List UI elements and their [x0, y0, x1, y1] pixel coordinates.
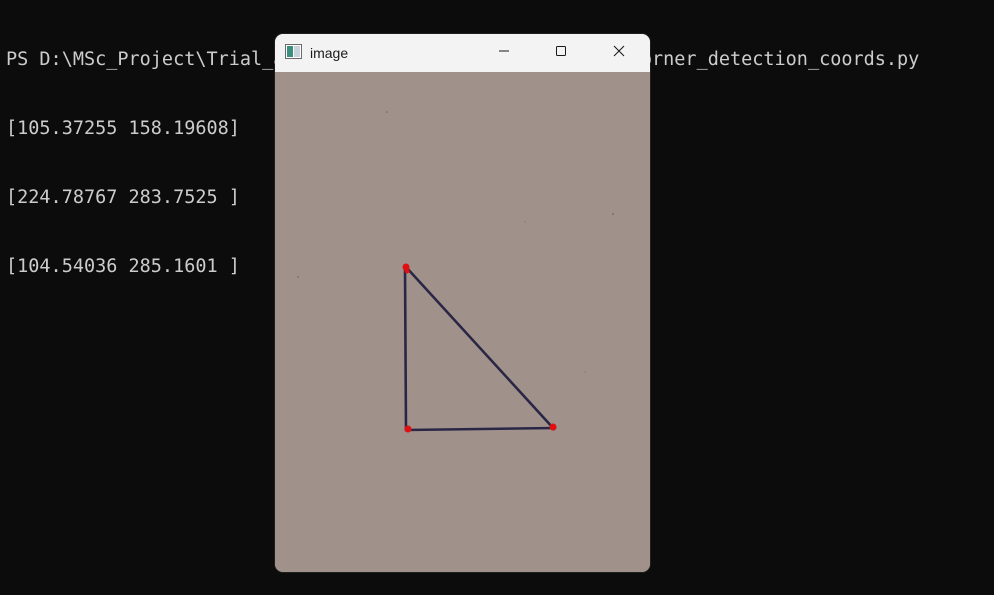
minimize-button[interactable]: [481, 34, 527, 72]
triangle-drawing: [297, 111, 614, 433]
paper-speck: [386, 111, 388, 113]
close-icon: [613, 44, 625, 62]
paper-speck: [612, 213, 614, 215]
triangle-edge-bottom: [404, 426, 557, 432]
corner-marker-bottom-right: [549, 423, 557, 431]
window-title-bar[interactable]: image: [275, 34, 650, 72]
corner-marker-top-tail: [404, 268, 410, 274]
corner-marker-bottom-left: [404, 425, 412, 433]
paper-speck: [584, 371, 586, 373]
close-button[interactable]: [596, 34, 642, 72]
maximize-icon: [555, 44, 567, 62]
paper-speck: [297, 276, 299, 278]
minimize-icon: [498, 44, 510, 62]
image-window-icon: [285, 44, 302, 59]
paper-speck: [524, 221, 526, 223]
image-window[interactable]: image: [275, 34, 650, 572]
maximize-button[interactable]: [538, 34, 584, 72]
triangle-edge-left: [403, 265, 408, 432]
image-canvas: [275, 72, 650, 572]
triangle-edge-hypotenuse: [404, 265, 556, 431]
window-title: image: [310, 45, 349, 61]
